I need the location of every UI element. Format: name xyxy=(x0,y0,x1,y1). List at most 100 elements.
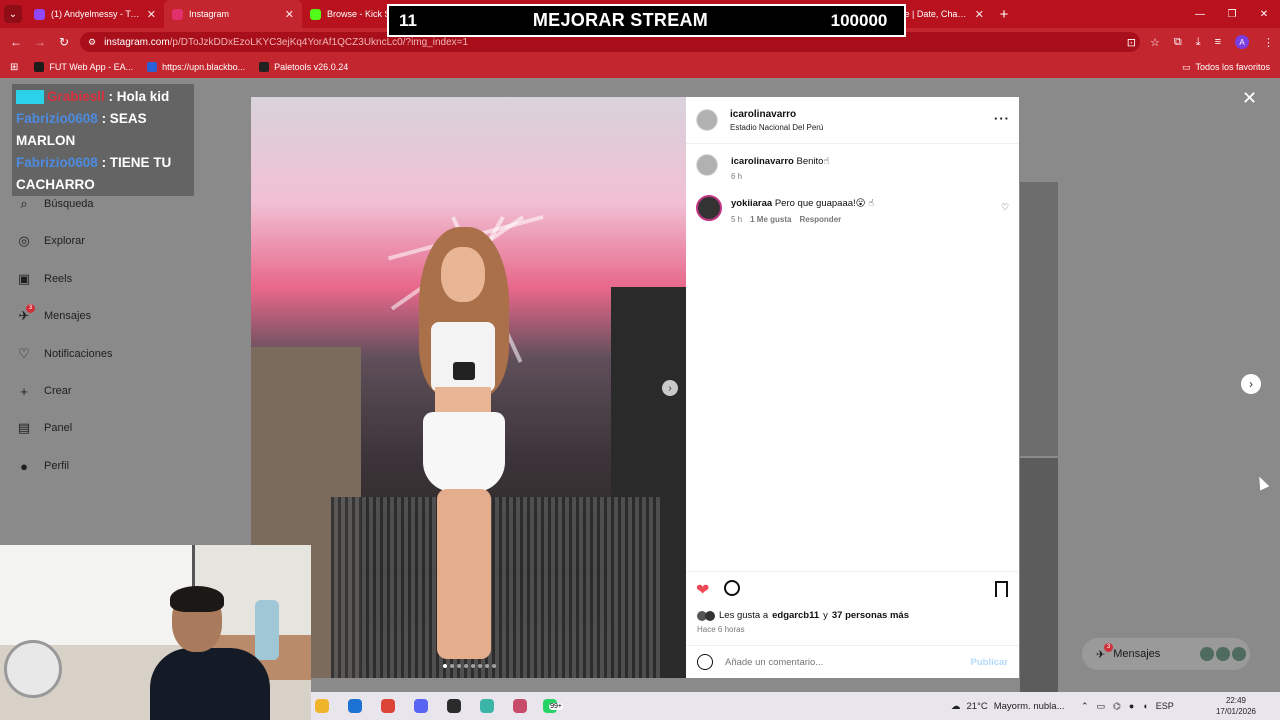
search-icon: ⌕ xyxy=(20,196,28,211)
speaker-icon[interactable]: ◖ xyxy=(1142,701,1147,711)
battery-icon[interactable]: ▭ xyxy=(1097,701,1106,712)
clock[interactable]: 22:49 17/01/2026 xyxy=(1211,695,1261,717)
all-bookmarks-label: Todos los favoritos xyxy=(1195,62,1270,72)
site-info-icon[interactable]: ⚙ xyxy=(88,37,96,48)
tab-search-button[interactable]: ⌄ xyxy=(0,0,26,28)
publish-button[interactable]: Publicar xyxy=(971,657,1009,668)
maximize-button[interactable]: ❐ xyxy=(1216,0,1248,28)
weather-desc: Mayorm. nubla... xyxy=(993,700,1065,712)
new-tab-button[interactable]: + xyxy=(992,6,1016,23)
chat-username: Fabrizio0608 xyxy=(16,111,98,126)
close-icon[interactable]: ✕ xyxy=(1242,88,1257,109)
bookmark-label: FUT Web App - EA... xyxy=(49,62,134,72)
reload-button[interactable]: ↻ xyxy=(52,35,76,49)
obs-icon[interactable] xyxy=(443,695,465,717)
avatar xyxy=(1216,647,1231,661)
forward-button[interactable]: → xyxy=(28,35,52,49)
whatsapp-icon[interactable]: 99+ xyxy=(542,695,564,717)
bookmark-item[interactable]: Paletools v26.0.24 xyxy=(259,62,348,72)
bookmark-item[interactable]: https://upn.blackbo... xyxy=(147,62,245,72)
weather-widget[interactable]: ☁ 21°C Mayorm. nubla... xyxy=(951,692,1064,720)
caption-time: 6 h xyxy=(731,172,743,181)
profile-icon: ● xyxy=(20,458,28,474)
sidebar-item-búsqueda[interactable]: ⌕ Búsqueda xyxy=(16,196,93,212)
more-menu-icon[interactable]: ⋮ xyxy=(1263,36,1274,49)
media-control-icon[interactable]: ≡ xyxy=(1215,36,1221,48)
avatar[interactable] xyxy=(696,195,722,221)
back-button[interactable]: ← xyxy=(4,35,28,49)
chat-message: Fabrizio0608 : SEAS MARLON xyxy=(16,108,190,152)
comment-like-icon[interactable]: ♡ xyxy=(1001,202,1009,213)
all-bookmarks[interactable]: ▭ Todos los favoritos xyxy=(1182,56,1270,78)
profile-avatar[interactable]: A xyxy=(1235,35,1249,49)
tab-close-icon[interactable]: ✕ xyxy=(285,8,294,21)
chrome-icon[interactable] xyxy=(377,695,399,717)
sidebar-item-notificaciones[interactable]: ♡ Notificaciones xyxy=(16,346,112,362)
bookmark-label: https://upn.blackbo... xyxy=(162,62,246,72)
explorer-icon[interactable] xyxy=(311,695,333,717)
comment-likes[interactable]: 1 Me gusta xyxy=(750,215,791,224)
tab-close-icon[interactable]: ✕ xyxy=(147,8,156,21)
avatar xyxy=(1232,647,1247,661)
chevron-down-icon: ⌄ xyxy=(4,5,22,23)
post-actions: ❤ Les gusta a edgarcb11 y 37 personas má… xyxy=(686,571,1019,634)
likes-others[interactable]: 37 personas más xyxy=(832,610,909,621)
star-icon[interactable]: ☆ xyxy=(1150,36,1160,49)
sidebar-item-perfil[interactable]: ● Perfil xyxy=(16,458,69,474)
post-image xyxy=(251,97,686,678)
panel-icon: ▤ xyxy=(17,420,31,435)
tab-close-icon[interactable]: ✕ xyxy=(975,8,984,21)
image-next-button[interactable]: › xyxy=(662,380,678,396)
emoji-icon[interactable] xyxy=(697,654,713,670)
sidebar-item-reels[interactable]: ▣ Reels xyxy=(16,271,72,287)
reply-button[interactable]: Responder xyxy=(799,215,841,224)
bookmark-icon[interactable] xyxy=(995,581,1008,597)
post-username[interactable]: icarolinavarro xyxy=(730,109,796,120)
sidebar-item-panel[interactable]: ▤ Panel xyxy=(16,420,72,436)
likes-join: y xyxy=(823,610,828,621)
messages-button[interactable]: ✈ 3 Mensajes xyxy=(1082,638,1250,670)
install-app-icon[interactable]: ⊡ xyxy=(1127,36,1136,49)
language-indicator[interactable]: ESP xyxy=(1156,701,1174,711)
system-tray: ⌃ ▭ ⌬ ● ◖ ESP xyxy=(1081,692,1174,720)
close-window-button[interactable]: ✕ xyxy=(1248,0,1280,28)
browser-tab[interactable]: (1) Andyelmessy - Twitch ✕ xyxy=(26,0,164,28)
bookmark-favicon-icon xyxy=(34,62,45,72)
caption: icarolinavarro Benito☝ xyxy=(731,156,829,167)
reels-icon: ▣ xyxy=(17,271,31,286)
more-options-button[interactable]: ··· xyxy=(994,111,1010,126)
carousel-dot xyxy=(450,664,454,668)
likes-user[interactable]: edgarcb11 xyxy=(772,610,819,621)
sidebar-item-mensajes[interactable]: ✈ 3 Mensajes xyxy=(16,304,91,324)
comment-username[interactable]: yokiiaraa xyxy=(731,198,772,209)
like-heart-icon[interactable]: ❤ xyxy=(696,580,709,600)
microphone-icon[interactable]: ● xyxy=(1129,701,1134,711)
post-location[interactable]: Estadio Nacional Del Perú xyxy=(730,123,823,132)
bookmark-favicon-icon xyxy=(147,62,158,72)
sidebar-item-crear[interactable]: + Crear xyxy=(16,383,71,399)
caption-username[interactable]: icarolinavarro xyxy=(731,156,794,167)
capcut-icon[interactable] xyxy=(509,695,531,717)
comment-icon[interactable] xyxy=(724,580,740,596)
minimize-button[interactable]: — xyxy=(1184,0,1216,28)
sidebar-item-explorar[interactable]: ◎ Explorar xyxy=(16,233,85,249)
chevron-up-icon[interactable]: ⌃ xyxy=(1081,701,1089,712)
apps-grid-icon[interactable]: ⊞ xyxy=(10,62,18,73)
url-path: /p/DToJzkDDxEzoLKYC3ejKq4YorAf1QCZ3UkncL… xyxy=(169,36,469,48)
bookmark-item[interactable]: FUT Web App - EA... xyxy=(34,62,133,72)
caption-text: Benito☝ xyxy=(796,156,830,167)
discord-icon[interactable] xyxy=(410,695,432,717)
tab-label: Instagram xyxy=(189,9,230,19)
download-icon[interactable]: ⤓ xyxy=(1196,36,1201,49)
app-icon[interactable] xyxy=(476,695,498,717)
browser-tab[interactable]: Instagram ✕ xyxy=(164,0,302,28)
extensions-icon[interactable]: ⧉ xyxy=(1174,36,1182,49)
avatar[interactable] xyxy=(696,109,718,131)
comment-input[interactable] xyxy=(725,656,965,668)
network-icon[interactable]: ⌬ xyxy=(1113,701,1121,712)
next-post-button[interactable]: › xyxy=(1241,374,1261,394)
sidebar-item-label: Explorar xyxy=(44,235,85,247)
goal-target: 100000 xyxy=(830,10,888,30)
outlook-icon[interactable] xyxy=(344,695,366,717)
avatar[interactable] xyxy=(696,154,718,176)
